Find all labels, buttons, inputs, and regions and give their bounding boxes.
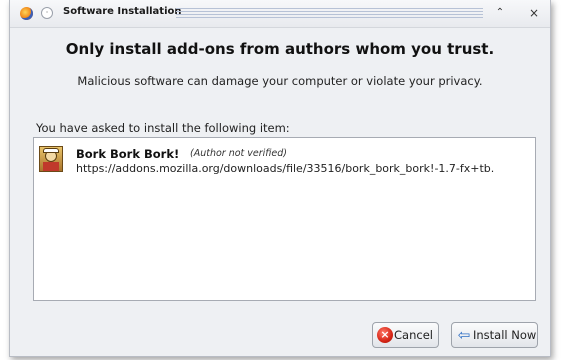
author-verification-status: (Author not verified) [190, 148, 288, 159]
install-arrow-icon: ⇦ [457, 326, 471, 344]
trust-warning-headline: Only install add-ons from authors whom y… [65, 40, 495, 58]
malicious-software-warning: Malicious software can damage your compu… [77, 74, 483, 88]
window-menu-icon[interactable]: · [41, 7, 53, 19]
close-icon[interactable]: × [527, 6, 541, 20]
install-now-button[interactable]: ⇦ Install Now [451, 322, 538, 348]
list-item[interactable]: Bork Bork Bork! (Author not verified) ht… [34, 138, 535, 178]
addon-url: https://addons.mozilla.org/downloads/fil… [76, 162, 495, 175]
title-bar[interactable]: · Software Installation ⌃ × [10, 0, 550, 28]
cancel-icon: × [377, 327, 393, 343]
cancel-button-label: Cancel [394, 328, 433, 342]
install-now-button-label: Install Now [473, 328, 537, 342]
addon-name: Bork Bork Bork! [76, 147, 180, 161]
install-item-list[interactable]: Bork Bork Bork! (Author not verified) ht… [33, 137, 536, 301]
cancel-button[interactable]: × Cancel [372, 322, 439, 348]
chevron-up-icon[interactable]: ⌃ [493, 6, 507, 20]
install-item-label: You have asked to install the following … [36, 121, 290, 135]
firefox-icon [20, 7, 33, 20]
swedish-chef-icon [39, 146, 63, 172]
software-installation-dialog: · Software Installation ⌃ × Only install… [9, 0, 551, 357]
window-title: Software Installation [63, 6, 182, 17]
titlebar-grip [176, 8, 483, 18]
